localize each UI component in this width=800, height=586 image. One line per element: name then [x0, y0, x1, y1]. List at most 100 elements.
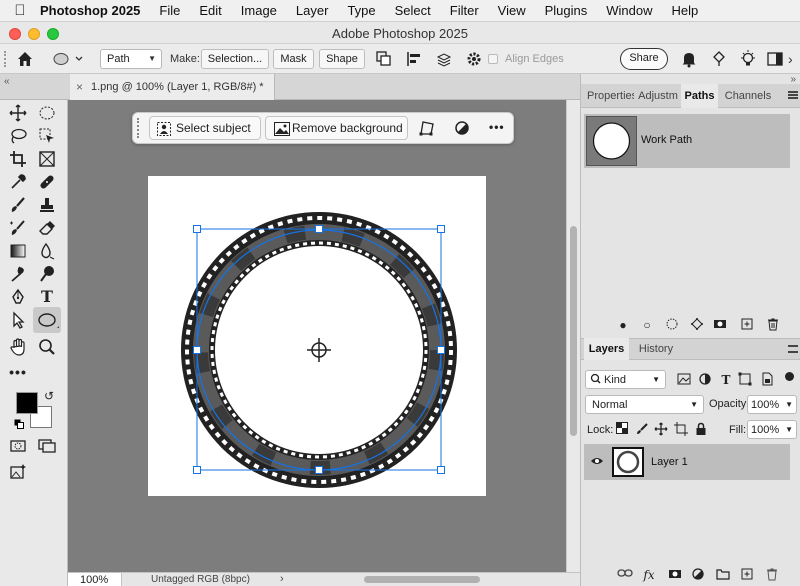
dodge-tool-icon[interactable] — [7, 264, 29, 284]
vertical-scrollbar[interactable] — [566, 100, 580, 572]
new-group-icon[interactable] — [715, 567, 731, 585]
workspace-icon[interactable] — [766, 49, 784, 69]
filter-shape-icon[interactable] — [737, 372, 753, 390]
task-bar-grip[interactable] — [137, 118, 141, 138]
menu-image[interactable]: Image — [241, 3, 277, 18]
filter-smart-object-icon[interactable] — [759, 372, 775, 390]
type-tool-icon[interactable]: T — [36, 287, 58, 307]
ellipse-tool-icon[interactable] — [33, 307, 61, 333]
tab-channels[interactable]: Channels — [723, 84, 773, 108]
discover-icon[interactable] — [710, 49, 728, 69]
tab-paths[interactable]: Paths — [681, 84, 718, 108]
menu-type[interactable]: Type — [347, 3, 375, 18]
tab-layers[interactable]: Layers — [584, 338, 629, 360]
blend-mode-select[interactable]: Normal ▼ — [585, 395, 704, 414]
layer-filter-select[interactable]: Kind ▼ — [585, 370, 666, 389]
generative-image-icon[interactable] — [7, 462, 29, 482]
fill-path-icon[interactable]: ● — [615, 317, 631, 333]
zoom-tool-icon[interactable] — [36, 337, 58, 357]
eyedropper-tool-icon[interactable] — [7, 172, 29, 192]
quick-mask-icon[interactable] — [7, 436, 29, 456]
document-canvas[interactable] — [148, 176, 486, 496]
menu-filter[interactable]: Filter — [450, 3, 479, 18]
options-grip[interactable] — [4, 51, 10, 67]
path-operations-icon[interactable] — [374, 49, 394, 69]
crop-tool-icon[interactable] — [7, 149, 29, 169]
paths-list-row[interactable]: Work Path — [584, 114, 790, 168]
brush-tool-icon[interactable] — [7, 195, 29, 215]
lightbulb-icon[interactable] — [738, 49, 758, 69]
screen-mode-icon[interactable] — [36, 436, 58, 456]
new-layer-icon[interactable] — [739, 567, 755, 585]
more-options-icon[interactable]: ••• — [489, 120, 505, 134]
align-edges-checkbox[interactable] — [488, 54, 498, 64]
lock-image-pixels-icon[interactable] — [634, 422, 650, 440]
bell-icon[interactable] — [680, 49, 698, 69]
menu-select[interactable]: Select — [395, 3, 431, 18]
expand-chevron-icon[interactable]: › — [788, 49, 798, 69]
filter-pixel-icon[interactable] — [676, 372, 692, 390]
object-selection-tool-icon[interactable] — [36, 126, 58, 146]
transform-path-icon[interactable] — [418, 119, 436, 140]
select-subject-button[interactable]: Select subject — [149, 116, 261, 140]
make-mask-button[interactable]: Mask — [273, 49, 314, 69]
new-adjustment-layer-icon[interactable] — [690, 567, 706, 585]
eraser-tool-icon[interactable] — [36, 218, 58, 238]
delete-layer-icon[interactable] — [764, 567, 780, 585]
panel-menu-icon[interactable] — [788, 91, 798, 99]
path-alignment-icon[interactable] — [404, 49, 424, 69]
menu-app-name[interactable]: Photoshop 2025 — [40, 3, 140, 18]
lock-all-icon[interactable] — [693, 422, 709, 440]
tab-history[interactable]: History — [634, 338, 678, 360]
trash-icon[interactable] — [765, 317, 781, 335]
fill-field[interactable]: 100% ▼ — [747, 420, 797, 439]
lock-transparent-pixels-icon[interactable] — [614, 422, 630, 438]
pen-tool-icon[interactable] — [7, 287, 29, 307]
gradient-tool-icon[interactable] — [7, 241, 29, 261]
make-work-path-icon[interactable] — [689, 317, 705, 335]
add-mask-icon[interactable] — [712, 317, 728, 335]
swap-colors-icon[interactable]: ↺ — [44, 389, 54, 403]
menu-view[interactable]: View — [498, 3, 526, 18]
layer-name[interactable]: Layer 1 — [651, 456, 688, 468]
path-selection-tool-icon[interactable] — [7, 310, 29, 330]
collapse-tools-icon[interactable]: « — [4, 76, 10, 87]
make-selection-button[interactable]: Selection... — [201, 49, 269, 69]
lasso-tool-icon[interactable] — [7, 126, 29, 146]
document-tab[interactable]: × 1.png @ 100% (Layer 1, RGB/8#) * — [70, 74, 275, 100]
vertical-scroll-thumb[interactable] — [570, 226, 577, 436]
menu-plugins[interactable]: Plugins — [545, 3, 588, 18]
gear-icon[interactable] — [465, 49, 483, 69]
filter-type-icon[interactable]: T — [718, 372, 734, 388]
layers-panel-menu-icon[interactable] — [788, 345, 798, 353]
more-tools-icon[interactable]: ••• — [7, 362, 29, 382]
hand-tool-icon[interactable] — [7, 337, 29, 357]
status-expand-icon[interactable]: › — [280, 573, 284, 586]
layer-style-fx-icon[interactable]: fx — [641, 567, 657, 583]
foreground-color-swatch-top[interactable] — [16, 392, 38, 414]
home-icon[interactable] — [14, 49, 36, 69]
menu-help[interactable]: Help — [672, 3, 699, 18]
new-path-icon[interactable] — [739, 317, 755, 335]
elliptical-marquee-tool-icon[interactable] — [36, 103, 58, 123]
link-layers-icon[interactable] — [617, 567, 633, 583]
eye-icon[interactable] — [590, 454, 604, 471]
filter-toggle-switch[interactable] — [785, 372, 794, 381]
horizontal-scroll-thumb[interactable] — [364, 576, 480, 583]
document-profile[interactable]: Untagged RGB (8bpc) — [151, 573, 250, 586]
filter-adjustment-icon[interactable] — [697, 372, 713, 390]
opacity-field[interactable]: 100% ▼ — [747, 395, 797, 414]
path-arrangement-icon[interactable] — [434, 49, 454, 69]
burn-tool-icon[interactable] — [36, 264, 58, 284]
zoom-level-field[interactable]: 100% — [68, 573, 122, 586]
mode-select[interactable]: Path ▼ — [100, 49, 162, 69]
path-name[interactable]: Work Path — [641, 134, 692, 146]
frame-tool-icon[interactable] — [36, 149, 58, 169]
load-as-selection-icon[interactable] — [664, 317, 680, 335]
clone-stamp-tool-icon[interactable] — [36, 195, 58, 215]
blur-tool-icon[interactable] — [36, 241, 58, 261]
menu-file[interactable]: File — [159, 3, 180, 18]
tool-preset-picker[interactable] — [48, 49, 90, 69]
lock-artboard-icon[interactable] — [673, 422, 689, 440]
move-tool-icon[interactable] — [7, 103, 29, 123]
